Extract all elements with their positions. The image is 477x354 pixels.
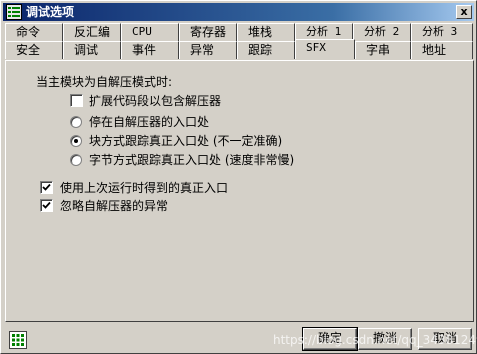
tab-exceptions[interactable]: 异常 [179, 41, 237, 59]
extend-code-checkbox[interactable] [70, 94, 83, 107]
radio-block-trace[interactable] [70, 135, 82, 147]
tab-trace[interactable]: 跟踪 [237, 41, 295, 59]
tab-analysis-2[interactable]: 分析 2 [353, 23, 411, 41]
tab-commands[interactable]: 命令 [5, 23, 63, 41]
window-title: 调试选项 [26, 5, 75, 19]
tab-analysis-3[interactable]: 分析 3 [411, 23, 473, 41]
radio-stop-at-entry-label[interactable]: 停在自解压器的入口处 [89, 115, 209, 129]
debug-options-window: 调试选项 x 命令 反汇编 CPU 寄存器 堆栈 分析 1 分析 2 分析 3 … [0, 0, 477, 354]
tab-registers[interactable]: 寄存器 [179, 23, 237, 41]
tab-addresses[interactable]: 地址 [411, 41, 473, 59]
checkmark-icon [42, 201, 51, 209]
radio-block-trace-label[interactable]: 块方式跟踪真正入口处 (不一定准确) [89, 134, 282, 148]
radio-stop-at-entry[interactable] [70, 116, 82, 128]
ignore-exceptions-label[interactable]: 忽略自解压器的异常 [60, 199, 168, 213]
close-icon: x [460, 5, 468, 18]
tab-events[interactable]: 事件 [121, 41, 179, 59]
extend-code-label[interactable]: 扩展代码段以包含解压器 [89, 94, 221, 108]
radio-byte-trace-label[interactable]: 字节方式跟踪真正入口处 (速度非常慢) [89, 153, 294, 167]
tab-cpu[interactable]: CPU [121, 23, 179, 41]
ignore-exceptions-checkbox[interactable] [40, 199, 53, 212]
tab-strings[interactable]: 字串 [355, 41, 411, 59]
sfx-heading: 当主模块为自解压模式时: [36, 75, 173, 89]
sfx-options-panel: 当主模块为自解压模式时: 扩展代码段以包含解压器 停在自解压器的入口处 块方式跟… [5, 60, 474, 322]
title-bar[interactable]: 调试选项 x [3, 3, 474, 21]
tab-sfx[interactable]: SFX [295, 39, 355, 59]
grid-icon[interactable] [9, 331, 27, 349]
tab-stack[interactable]: 堆栈 [237, 23, 295, 41]
tab-disassembler[interactable]: 反汇编 [63, 23, 121, 41]
radio-byte-trace[interactable] [70, 154, 82, 166]
tab-strip: 命令 反汇编 CPU 寄存器 堆栈 分析 1 分析 2 分析 3 安全 调试 事… [5, 23, 474, 61]
watermark: https://blog.csdn.net/qq_34381249 [273, 333, 477, 347]
use-last-entry-checkbox[interactable] [40, 181, 53, 194]
radio-selected-dot [74, 139, 78, 143]
close-button[interactable]: x [456, 5, 472, 19]
tab-debugging[interactable]: 调试 [63, 41, 121, 59]
checkmark-icon [42, 183, 51, 191]
use-last-entry-label[interactable]: 使用上次运行时得到的真正入口 [60, 181, 228, 195]
options-grid-icon [6, 4, 22, 20]
tab-security[interactable]: 安全 [5, 41, 63, 59]
